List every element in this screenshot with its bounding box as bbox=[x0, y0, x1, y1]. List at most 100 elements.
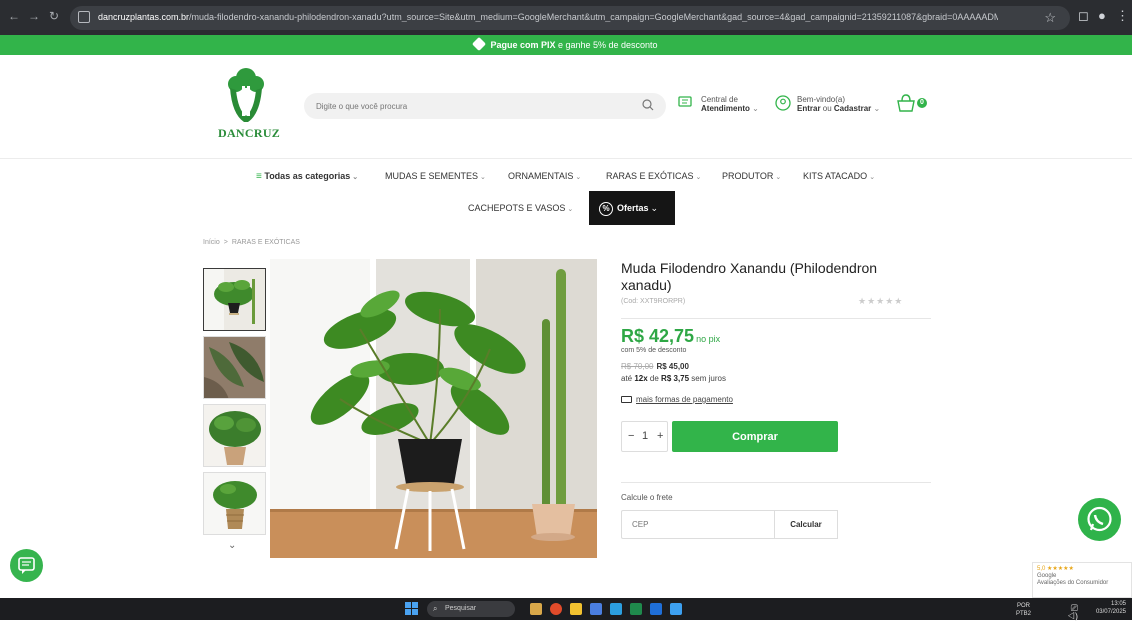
philodendron-photo bbox=[270, 259, 597, 558]
old-price: R$ 70,00 bbox=[621, 362, 654, 371]
language-indicator[interactable]: POR PTB2 bbox=[1016, 602, 1031, 618]
store-icon[interactable] bbox=[590, 603, 602, 615]
offers-label: Ofertas bbox=[617, 203, 649, 213]
plant-basket-thumb-image bbox=[204, 473, 265, 534]
outlook-icon[interactable] bbox=[650, 603, 662, 615]
extensions-icon[interactable]: ◻ bbox=[1078, 8, 1089, 24]
inst-suffix: sem juros bbox=[689, 374, 726, 383]
breadcrumb: Início > RARAS E EXÓTICAS bbox=[203, 239, 300, 246]
network-volume-icon[interactable]: ⎚ ◁) bbox=[1068, 604, 1078, 621]
whatsapp-icon bbox=[1087, 506, 1112, 532]
customer-service[interactable]: Central de Atendimento ⌄ bbox=[678, 95, 759, 113]
search-input[interactable] bbox=[316, 97, 616, 115]
login-link[interactable]: Entrar bbox=[797, 104, 821, 113]
product-code: (Cod: XXT9RORPR) bbox=[621, 298, 686, 305]
rating-score: 5,0 ★★★★★ bbox=[1037, 566, 1074, 572]
search-icon[interactable] bbox=[642, 99, 654, 111]
qty-increase-button[interactable]: + bbox=[657, 430, 663, 442]
tree-logo-icon bbox=[228, 68, 264, 122]
widgets-icon[interactable] bbox=[530, 603, 542, 615]
chevron-down-icon[interactable]: ⌄ bbox=[228, 540, 236, 551]
thumbnail-2[interactable] bbox=[203, 336, 266, 399]
back-icon[interactable]: ← bbox=[6, 9, 22, 23]
system-tray[interactable]: POR PTB2 ⎚ ◁) 13:05 03/07/2025 bbox=[1016, 600, 1126, 621]
bookmark-star-icon[interactable]: ☆ bbox=[1044, 10, 1056, 26]
cart-button[interactable]: 0 bbox=[896, 94, 930, 114]
card-price: R$ 45,00 bbox=[656, 362, 689, 371]
nav-produtor[interactable]: PRODUTOR ⌄ bbox=[722, 171, 781, 181]
nav-offers[interactable]: % Ofertas ⌄ bbox=[589, 191, 675, 225]
nav-label: ORNAMENTAIS bbox=[508, 171, 574, 181]
reload-icon[interactable]: ↻ bbox=[46, 9, 62, 23]
main-product-image[interactable] bbox=[270, 259, 597, 558]
taskbar-search[interactable]: ⌕ Pesquisar bbox=[427, 601, 515, 617]
app-icon-2[interactable] bbox=[670, 603, 682, 615]
plant-thumb-image bbox=[204, 269, 265, 330]
promo-text: e ganhe 5% de desconto bbox=[555, 40, 658, 50]
chrome-icon[interactable] bbox=[550, 603, 562, 615]
calculate-shipping-button[interactable]: Calcular bbox=[774, 510, 838, 539]
profile-icon[interactable]: ● bbox=[1098, 8, 1106, 23]
promo-bar: Pague com PIX e ganhe 5% de desconto bbox=[0, 35, 1132, 55]
qty-decrease-button[interactable]: − bbox=[628, 430, 634, 442]
chat-button[interactable] bbox=[10, 549, 43, 582]
cep-input[interactable] bbox=[621, 510, 775, 539]
nav-label: PRODUTOR bbox=[722, 171, 774, 181]
clock-date: 03/07/2025 bbox=[1095, 609, 1126, 615]
shipping-label: Calcule o frete bbox=[621, 493, 673, 502]
thumbnail-1[interactable] bbox=[203, 268, 266, 331]
lang1: POR bbox=[1016, 603, 1030, 609]
discount-text: com 5% de desconto bbox=[621, 347, 687, 354]
product-title: Muda Filodendro Xanandu (Philodendron xa… bbox=[621, 260, 878, 293]
qty-value[interactable]: 1 bbox=[642, 430, 648, 442]
app-icon[interactable] bbox=[610, 603, 622, 615]
pix-icon bbox=[472, 36, 487, 52]
address-bar[interactable]: dancruzplantas.com.br/muda-filodendro-xa… bbox=[70, 6, 1070, 30]
breadcrumb-current[interactable]: RARAS E EXÓTICAS bbox=[232, 239, 300, 246]
site-info-icon[interactable] bbox=[78, 11, 90, 23]
promo-bold: Pague com PIX bbox=[490, 40, 556, 50]
quantity-stepper[interactable]: − 1 + bbox=[621, 421, 668, 452]
forward-icon[interactable]: → bbox=[26, 9, 42, 23]
google-rating-badge[interactable]: 5,0 ★★★★★ Google Avaliações do Consumido… bbox=[1032, 562, 1132, 598]
pix-price-value: R$ 42,75 bbox=[621, 326, 695, 346]
inst-count: 12x bbox=[634, 374, 648, 383]
nav-ornamentais[interactable]: ORNAMENTAIS ⌄ bbox=[508, 171, 581, 181]
nav-all-categories[interactable]: ≡ Todas as categorias ⌄ bbox=[256, 171, 358, 182]
search-icon: ⌕ bbox=[433, 604, 438, 613]
nav-label: MUDAS E SEMENTES bbox=[385, 171, 479, 181]
nav-label: CACHEPOTS E VASOS bbox=[468, 203, 566, 213]
file-explorer-icon[interactable] bbox=[570, 603, 582, 615]
search-bar[interactable] bbox=[304, 93, 666, 119]
url-text: dancruzplantas.com.br/muda-filodendro-xa… bbox=[98, 12, 998, 22]
divider bbox=[621, 318, 931, 319]
taskbar-search-label: Pesquisar bbox=[445, 605, 477, 612]
account-menu[interactable]: Bem-vindo(a) Entrar ou Cadastrar ⌄ bbox=[775, 95, 880, 113]
nav-label: RARAS E EXÓTICAS bbox=[606, 171, 694, 181]
user-icon bbox=[775, 95, 791, 111]
payment-methods-link[interactable]: mais formas de pagamento bbox=[621, 395, 733, 404]
service-line1: Central de bbox=[701, 95, 738, 104]
logo[interactable]: DANCRUZ bbox=[214, 64, 280, 144]
register-link[interactable]: Cadastrar bbox=[834, 104, 871, 113]
buy-button[interactable]: Comprar bbox=[672, 421, 838, 452]
nav-cachepots[interactable]: CACHEPOTS E VASOS ⌄ bbox=[468, 203, 573, 213]
nav-mudas[interactable]: MUDAS E SEMENTES ⌄ bbox=[385, 171, 486, 181]
leaf-closeup-thumb-image bbox=[204, 337, 265, 398]
excel-icon[interactable] bbox=[630, 603, 642, 615]
whatsapp-button[interactable] bbox=[1078, 498, 1121, 541]
clock-time: 13:05 bbox=[1110, 601, 1126, 607]
category-nav: ≡ Todas as categorias ⌄ MUDAS E SEMENTES ⌄… bbox=[0, 158, 1132, 225]
rating-stars[interactable]: ★★★★★ bbox=[858, 296, 903, 307]
breadcrumb-home[interactable]: Início bbox=[203, 239, 220, 246]
thumbnail-4[interactable] bbox=[203, 472, 266, 535]
nav-kits[interactable]: KITS ATACADO ⌄ bbox=[803, 171, 875, 181]
browser-toolbar: ← → ↻ dancruzplantas.com.br/muda-filoden… bbox=[0, 0, 1132, 35]
menu-icon[interactable]: ⋮ bbox=[1116, 8, 1129, 24]
thumbnail-3[interactable] bbox=[203, 404, 266, 467]
nav-raras[interactable]: RARAS E EXÓTICAS ⌄ bbox=[606, 171, 701, 181]
credit-card-icon bbox=[621, 396, 632, 403]
rating-caption: Avaliações do Consumidor bbox=[1037, 580, 1109, 586]
inst-prefix: até bbox=[621, 374, 635, 383]
windows-start-icon[interactable] bbox=[405, 602, 419, 616]
